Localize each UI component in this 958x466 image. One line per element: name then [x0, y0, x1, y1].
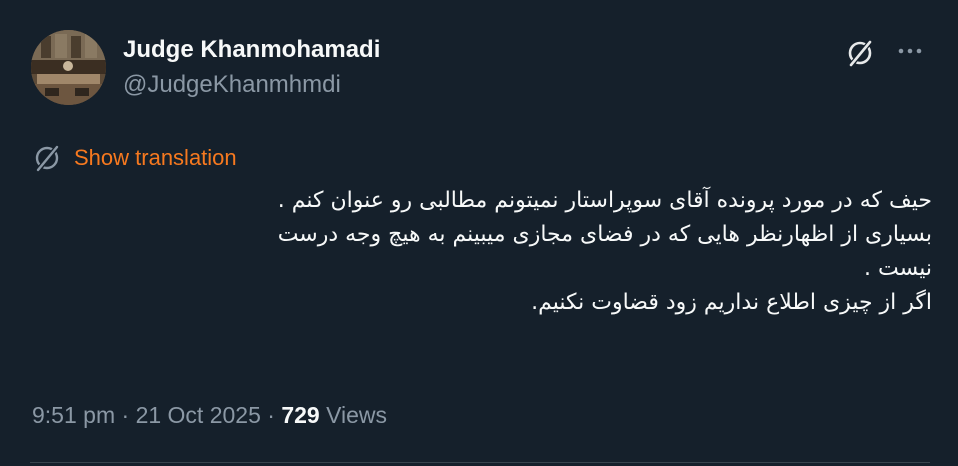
author-handle[interactable]: @JudgeKhanmhmdi — [123, 69, 380, 101]
tweet-text-line: اگر از چیزی اطلاع نداریم زود قضاوت نکنیم… — [531, 290, 932, 315]
tweet-time[interactable]: 9:51 pm — [32, 402, 115, 428]
author-info: Judge Khanmohamadi @JudgeKhanmhmdi — [123, 34, 380, 101]
tweet-text: حیف که در مورد پرونده آقای سوپراستار نمی… — [30, 184, 932, 320]
divider — [30, 462, 930, 463]
grok-icon — [35, 145, 59, 172]
tweet-card: Judge Khanmohamadi @JudgeKhanmhmdi Show … — [0, 0, 958, 466]
avatar[interactable] — [31, 30, 106, 105]
tweet-date[interactable]: 21 Oct 2025 — [136, 402, 261, 428]
more-options-button[interactable] — [895, 36, 925, 66]
views-count[interactable]: 729 — [281, 402, 319, 428]
grok-button[interactable] — [843, 36, 877, 70]
views-label: Views — [319, 402, 388, 428]
courtroom-photo-avatar — [31, 30, 106, 105]
grok-icon — [848, 40, 872, 67]
meta-separator: · — [115, 402, 136, 428]
tweet-text-line: بسیاری از اظهارنظر هایی که در فضای مجازی… — [277, 222, 932, 247]
tweet-text-line: حیف که در مورد پرونده آقای سوپراستار نمی… — [277, 188, 932, 213]
tweet-metadata: 9:51 pm · 21 Oct 2025 · 729 Views — [32, 398, 387, 432]
show-translation-label: Show translation — [74, 145, 237, 170]
author-display-name[interactable]: Judge Khanmohamadi — [123, 34, 380, 66]
show-translation-button[interactable]: Show translation — [32, 143, 237, 173]
meta-separator: · — [260, 402, 282, 428]
tweet-text-line: نیست . — [864, 256, 932, 281]
more-dots-icon — [898, 48, 922, 54]
